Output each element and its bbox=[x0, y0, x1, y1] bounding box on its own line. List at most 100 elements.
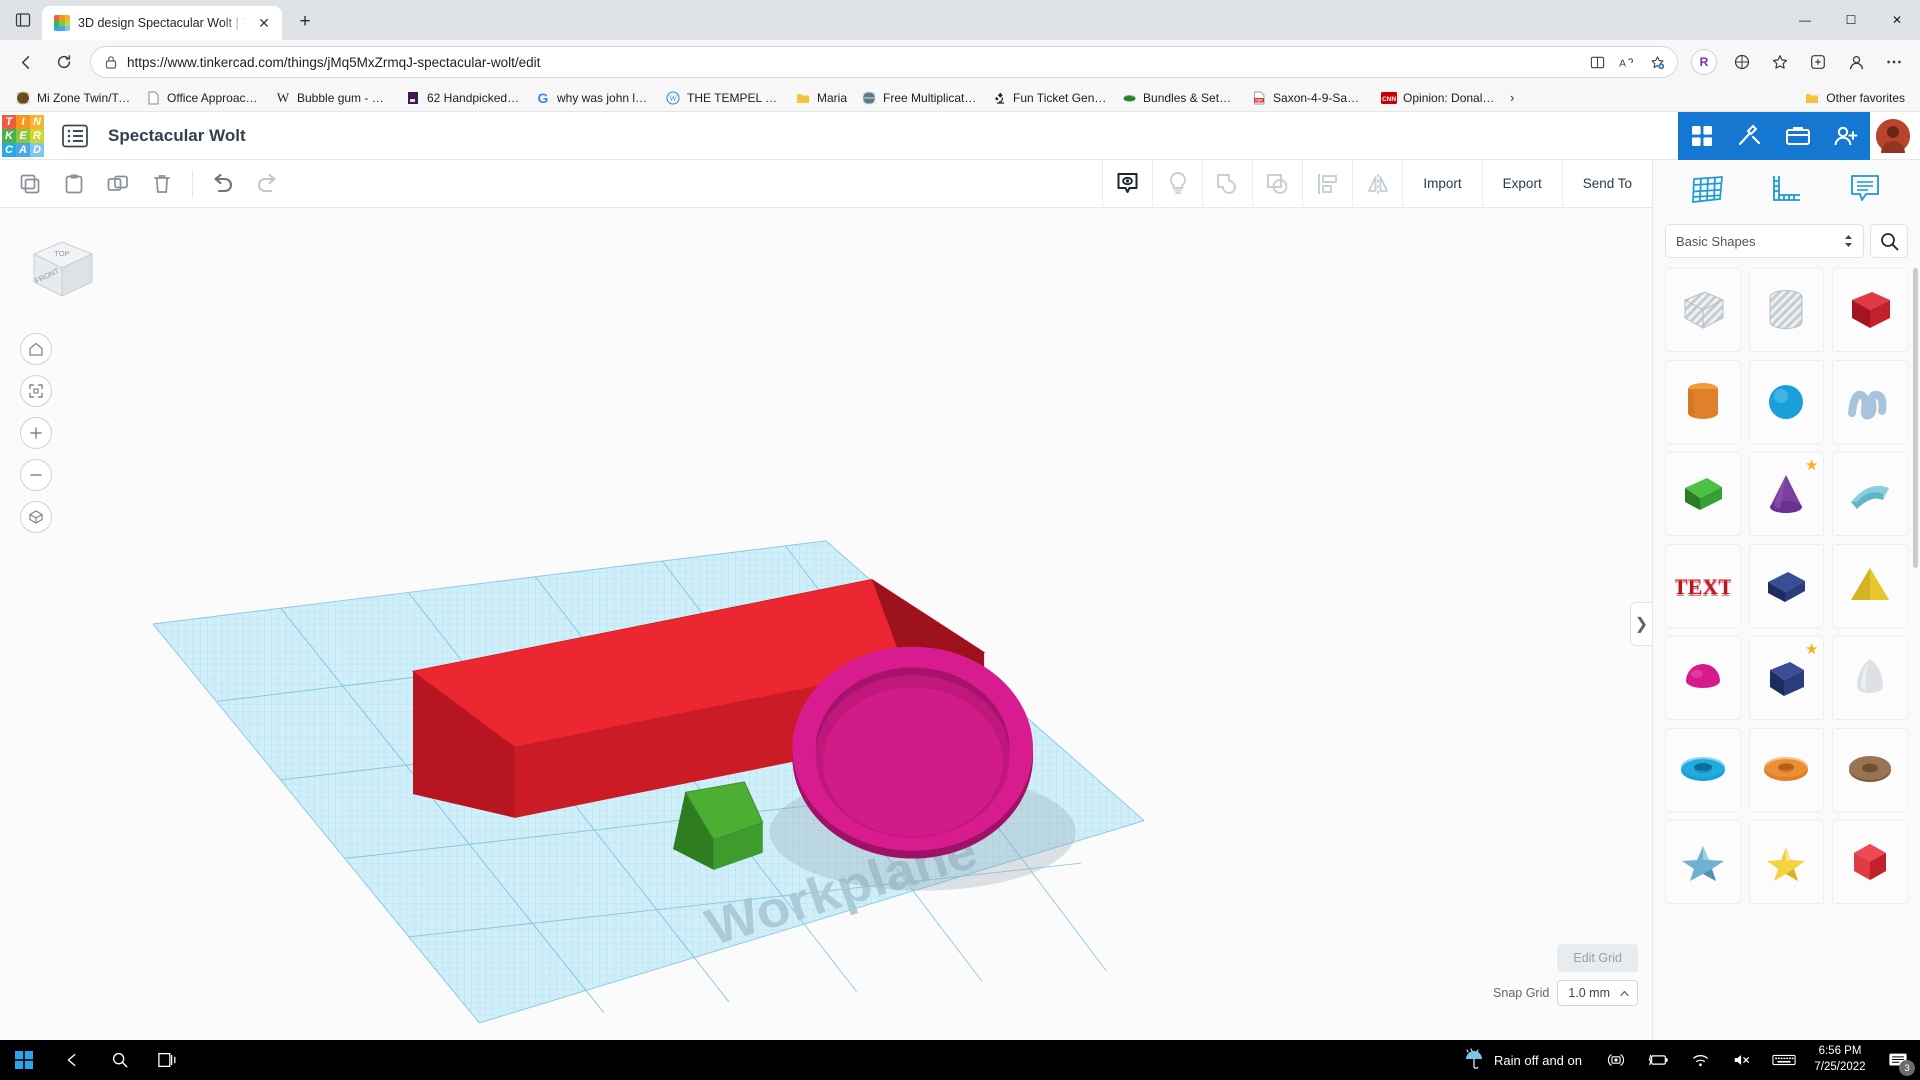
shape-item-box[interactable] bbox=[1832, 268, 1908, 352]
camera-icon[interactable] bbox=[1596, 1040, 1636, 1080]
redo-arrow-icon[interactable] bbox=[245, 164, 289, 204]
import-button[interactable]: Import bbox=[1402, 159, 1481, 208]
bookmark-item[interactable]: Free Multiplication... bbox=[854, 87, 984, 109]
window-close-button[interactable]: ✕ bbox=[1874, 0, 1920, 40]
avatar[interactable] bbox=[1876, 118, 1910, 153]
shape-item-cylinder[interactable] bbox=[1665, 360, 1741, 444]
shape-item-box-hole[interactable] bbox=[1665, 268, 1741, 352]
undo-arrow-icon[interactable] bbox=[201, 164, 245, 204]
eye-marker-icon[interactable] bbox=[1102, 159, 1152, 208]
perspective-view-button[interactable] bbox=[20, 501, 52, 533]
favorites-icon[interactable] bbox=[1762, 44, 1798, 80]
refresh-button[interactable] bbox=[46, 44, 82, 80]
fit-view-button[interactable] bbox=[20, 375, 52, 407]
shape-item-wedge[interactable] bbox=[1665, 452, 1741, 536]
battery-charging-icon[interactable] bbox=[1638, 1040, 1678, 1080]
keyboard-icon[interactable] bbox=[1764, 1040, 1804, 1080]
profile-icon[interactable] bbox=[1838, 44, 1874, 80]
bookmark-item[interactable]: PDF Saxon-4-9-Sampler... bbox=[1244, 87, 1374, 109]
shape-item-text[interactable]: TEXT TEXT bbox=[1665, 544, 1741, 628]
shape-item-hemisphere[interactable] bbox=[1665, 636, 1741, 720]
panel-scrollbar[interactable] bbox=[1913, 268, 1918, 568]
send-to-button[interactable]: Send To bbox=[1561, 159, 1652, 208]
ruler-tab[interactable] bbox=[1760, 168, 1812, 212]
view-cube[interactable]: TOP FRONT bbox=[26, 238, 98, 308]
export-button[interactable]: Export bbox=[1481, 159, 1562, 208]
shape-item-paraboloid[interactable] bbox=[1832, 636, 1908, 720]
add-user-icon[interactable] bbox=[1822, 111, 1870, 160]
lightbulb-icon[interactable] bbox=[1152, 159, 1202, 208]
other-favorites-button[interactable]: Other favorites bbox=[1797, 87, 1912, 109]
back-button[interactable] bbox=[8, 44, 44, 80]
maximize-button[interactable]: ☐ bbox=[1828, 0, 1874, 40]
browser-tab[interactable]: 3D design Spectacular Wolt | Tinkercad ✕ bbox=[42, 6, 282, 40]
bookmark-item[interactable]: Gwhy was john lenno... bbox=[528, 87, 658, 109]
collections-icon[interactable] bbox=[1724, 44, 1760, 80]
edit-grid-button[interactable]: Edit Grid bbox=[1557, 944, 1638, 972]
bookmark-item[interactable]: Maria bbox=[788, 87, 854, 109]
project-list-icon[interactable] bbox=[58, 121, 92, 151]
bookmark-item[interactable]: Office Approach to... bbox=[138, 87, 268, 109]
shape-item-torus[interactable] bbox=[1665, 728, 1741, 812]
new-tab-button[interactable]: + bbox=[290, 7, 320, 37]
paste-button[interactable] bbox=[52, 164, 96, 204]
search-icon[interactable] bbox=[1870, 224, 1908, 258]
shape-item-roof[interactable] bbox=[1832, 452, 1908, 536]
bookmark-item[interactable]: Bundles & Sets – Cl... bbox=[1114, 87, 1244, 109]
shape-item-star-yellow[interactable] bbox=[1748, 820, 1825, 904]
taskbar-clock[interactable]: 6:56 PM 7/25/2022 bbox=[1804, 1044, 1876, 1075]
bookmark-item[interactable]: Fun Ticket Generator bbox=[984, 87, 1114, 109]
page-title[interactable]: Spectacular Wolt bbox=[108, 126, 246, 146]
align-icon[interactable] bbox=[1302, 159, 1352, 208]
trash-icon[interactable] bbox=[140, 164, 184, 204]
shape-item-cylinder-hole[interactable] bbox=[1748, 268, 1825, 352]
shape-item-scribble[interactable] bbox=[1832, 360, 1908, 444]
address-bar[interactable]: https://www.tinkercad.com/things/jMq5MxZ… bbox=[90, 46, 1678, 78]
search-icon[interactable] bbox=[96, 1040, 144, 1080]
settings-more-icon[interactable] bbox=[1876, 44, 1912, 80]
read-aloud-icon[interactable]: A bbox=[1613, 49, 1641, 75]
bookmark-item[interactable]: W Bubble gum - Wiki... bbox=[268, 87, 398, 109]
shape-item-star-blue[interactable] bbox=[1665, 820, 1741, 904]
taskbar-weather-widget[interactable]: Rain off and on bbox=[1448, 1047, 1596, 1074]
favorite-star-icon[interactable] bbox=[1643, 49, 1671, 75]
volume-muted-icon[interactable] bbox=[1722, 1040, 1762, 1080]
wifi-icon[interactable] bbox=[1680, 1040, 1720, 1080]
close-icon[interactable]: ✕ bbox=[254, 13, 274, 33]
zoom-in-button[interactable] bbox=[20, 417, 52, 449]
shapes-tab[interactable] bbox=[1682, 168, 1734, 212]
group-shapes-icon[interactable] bbox=[1202, 159, 1252, 208]
bookmark-item[interactable]: CNN Opinion: Donald Tr... bbox=[1374, 87, 1504, 109]
browser-essentials-icon[interactable] bbox=[1800, 44, 1836, 80]
copy-button[interactable] bbox=[8, 164, 52, 204]
bookmark-item[interactable]: W THE TEMPEL LIPIZZ... bbox=[658, 87, 788, 109]
split-screen-icon[interactable] bbox=[1583, 49, 1611, 75]
tab-list-icon[interactable] bbox=[4, 3, 42, 37]
task-view-icon[interactable] bbox=[144, 1040, 192, 1080]
tools-icon[interactable] bbox=[1726, 111, 1774, 160]
shape-category-select[interactable]: Basic Shapes bbox=[1665, 224, 1864, 258]
panel-collapse-toggle[interactable]: ❯ bbox=[1630, 602, 1652, 646]
zoom-out-button[interactable] bbox=[20, 459, 52, 491]
back-arrow-icon[interactable] bbox=[48, 1040, 96, 1080]
home-view-button[interactable] bbox=[20, 333, 52, 365]
shape-item-cone[interactable]: ★ bbox=[1748, 452, 1825, 536]
shape-item-sphere[interactable] bbox=[1748, 360, 1825, 444]
windows-start-icon[interactable] bbox=[0, 1040, 48, 1080]
shape-item-hexagon-red[interactable] bbox=[1832, 820, 1908, 904]
shape-item-tube[interactable] bbox=[1832, 728, 1908, 812]
notification-icon[interactable]: 3 bbox=[1876, 1040, 1920, 1080]
shape-item-round-roof[interactable] bbox=[1748, 728, 1825, 812]
mirror-icon[interactable] bbox=[1352, 159, 1402, 208]
bookmark-item[interactable]: 62 Handpicked DIY... bbox=[398, 87, 528, 109]
tinkercad-logo[interactable]: T I N K E R C A D bbox=[2, 114, 44, 157]
apps-grid-icon[interactable] bbox=[1678, 111, 1726, 160]
3d-viewport[interactable]: Workplane TOP FRONT Edit Grid Snap Grid … bbox=[0, 208, 1652, 1040]
minimize-button[interactable]: — bbox=[1782, 0, 1828, 40]
gallery-icon[interactable] bbox=[1774, 111, 1822, 160]
notes-tab[interactable] bbox=[1839, 168, 1891, 212]
bookmark-item[interactable]: Mi Zone Twin/Twin... bbox=[8, 87, 138, 109]
shape-item-polygon[interactable]: ★ bbox=[1748, 636, 1825, 720]
profile-r-button[interactable]: R bbox=[1686, 44, 1722, 80]
duplicate-button[interactable] bbox=[96, 164, 140, 204]
